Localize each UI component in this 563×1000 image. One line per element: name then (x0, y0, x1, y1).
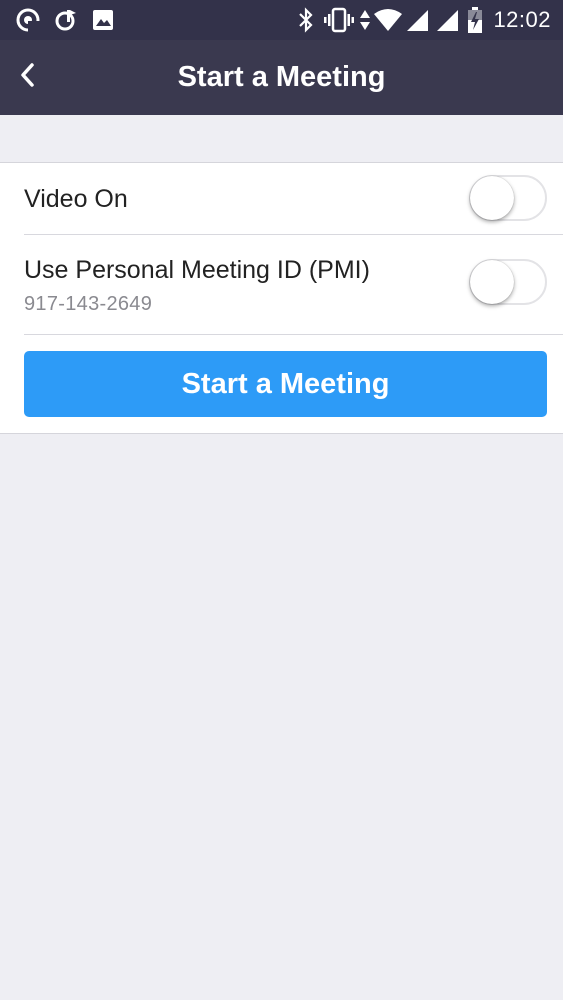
meeting-options-card: Video On Use Personal Meeting ID (PMI) 9… (0, 162, 563, 434)
pmi-row: Use Personal Meeting ID (PMI) 917-143-26… (0, 235, 563, 335)
wifi-icon (372, 6, 404, 34)
page-title: Start a Meeting (177, 61, 386, 93)
notification-icon (14, 6, 42, 34)
toggle-knob (470, 176, 514, 220)
divider (24, 334, 563, 335)
vibrate-icon (324, 6, 354, 34)
video-on-label: Video On (24, 185, 128, 213)
pmi-meeting-id: 917-143-2649 (24, 293, 153, 315)
start-meeting-button[interactable]: Start a Meeting (24, 351, 547, 417)
pmi-toggle[interactable] (469, 259, 547, 305)
status-time: 12:02 (493, 7, 551, 32)
signal-icon-2 (434, 6, 460, 34)
toggle-knob (470, 260, 514, 304)
pmi-label: Use Personal Meeting ID (PMI) (24, 256, 370, 284)
signal-icon (404, 6, 430, 34)
image-icon (90, 6, 116, 34)
video-on-toggle[interactable] (469, 175, 547, 221)
bluetooth-icon (294, 6, 318, 34)
video-on-row: Video On (0, 163, 563, 235)
music-note-icon (52, 6, 80, 34)
status-bar: 12:02 (0, 0, 563, 40)
data-arrows-icon (358, 6, 372, 34)
battery-charging-icon (466, 6, 484, 34)
nav-bar: Start a Meeting (0, 40, 563, 115)
